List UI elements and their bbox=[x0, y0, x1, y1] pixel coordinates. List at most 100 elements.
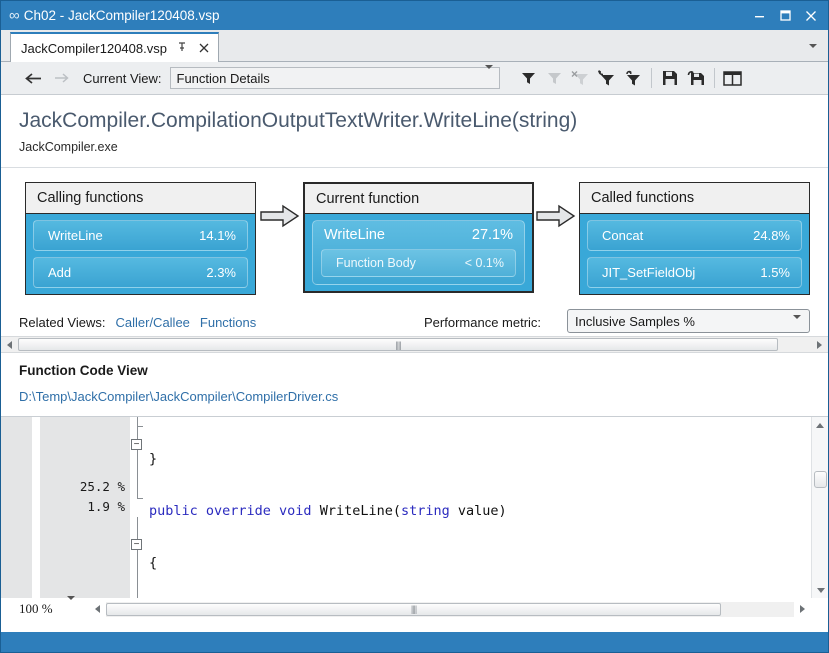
toggle-panel-icon[interactable] bbox=[720, 65, 746, 91]
scroll-right-arrow-icon[interactable] bbox=[811, 337, 828, 352]
scroll-left-arrow-icon[interactable] bbox=[89, 602, 106, 617]
code-gutter-percentages: 25.2 % 1.9 % bbox=[40, 417, 130, 598]
gutter-pct-line bbox=[40, 417, 125, 437]
main-content: JackCompiler.CompilationOutputTextWriter… bbox=[1, 95, 828, 632]
node-label: Concat bbox=[602, 228, 753, 243]
code-gutter-indicator bbox=[1, 417, 32, 598]
zoom-dropdown-chevron-down-icon[interactable] bbox=[67, 600, 75, 618]
clear-filter-icon[interactable] bbox=[568, 65, 594, 91]
calling-node-writeline[interactable]: WriteLine 14.1% bbox=[33, 220, 248, 251]
call-graph: Calling functions WriteLine 14.1% Add 2.… bbox=[1, 168, 828, 308]
source-file-path[interactable]: D:\Temp\JackCompiler\JackCompiler\Compil… bbox=[19, 389, 828, 404]
code-fold-margin[interactable]: − − bbox=[130, 417, 146, 598]
gutter-pct-line: 1.9 % bbox=[40, 497, 125, 517]
code-lines[interactable]: } public override void WriteLine(string … bbox=[149, 417, 507, 598]
called-node-concat[interactable]: Concat 24.8% bbox=[587, 220, 802, 251]
redo-filter-icon[interactable] bbox=[620, 65, 646, 91]
related-view-link-functions[interactable]: Functions bbox=[200, 315, 256, 330]
node-label: Function Body bbox=[336, 256, 465, 270]
undo-filter-icon[interactable] bbox=[594, 65, 620, 91]
chevron-down-icon bbox=[485, 69, 493, 87]
code-line: public override void WriteLine(string va… bbox=[149, 501, 507, 521]
current-node-writeline[interactable]: WriteLine 27.1% Function Body < 0.1% bbox=[312, 220, 525, 285]
fold-tick bbox=[137, 498, 143, 499]
forward-button[interactable] bbox=[47, 65, 75, 91]
calling-functions-panel: Calling functions WriteLine 14.1% Add 2.… bbox=[25, 182, 256, 295]
filter-light-icon[interactable] bbox=[542, 65, 568, 91]
tab-strip: JackCompiler120408.vsp bbox=[1, 30, 828, 62]
node-label: WriteLine bbox=[48, 228, 199, 243]
toolbar: Current View: Function Details bbox=[1, 62, 828, 95]
called-functions-panel: Called functions Concat 24.8% JIT_SetFie… bbox=[579, 182, 810, 295]
tab-overflow-chevron-down-icon[interactable] bbox=[806, 39, 820, 53]
fold-line bbox=[137, 517, 138, 539]
current-view-value: Function Details bbox=[177, 71, 270, 86]
maximize-button[interactable] bbox=[772, 3, 798, 29]
node-label: WriteLine bbox=[324, 227, 472, 243]
current-view-dropdown[interactable]: Function Details bbox=[170, 67, 500, 89]
close-button[interactable] bbox=[798, 3, 824, 29]
tab-jackcompiler-vsp[interactable]: JackCompiler120408.vsp bbox=[10, 32, 219, 62]
fold-collapse-box[interactable]: − bbox=[131, 439, 142, 450]
zoom-level: 100 % bbox=[19, 601, 53, 617]
related-views-label: Related Views: bbox=[19, 315, 105, 330]
scroll-thumb[interactable] bbox=[814, 471, 827, 488]
save-icon[interactable] bbox=[657, 65, 683, 91]
performance-metric-dropdown[interactable]: Inclusive Samples % bbox=[567, 309, 810, 333]
code-vertical-scrollbar[interactable] bbox=[811, 417, 828, 598]
minimize-button[interactable] bbox=[746, 3, 772, 29]
filter-icon[interactable] bbox=[516, 65, 542, 91]
fold-line bbox=[137, 450, 138, 499]
gutter-pct-line bbox=[40, 537, 125, 557]
toolbar-separator bbox=[651, 68, 652, 88]
code-editor[interactable]: 25.2 % 1.9 % − − } public override void bbox=[1, 416, 828, 598]
code-horizontal-scrollbar[interactable]: |||| bbox=[89, 601, 811, 617]
title-bar: ∞ Ch02 - JackCompiler120408.vsp bbox=[1, 1, 828, 30]
save-as-icon[interactable] bbox=[683, 65, 709, 91]
page-title: JackCompiler.CompilationOutputTextWriter… bbox=[19, 109, 828, 133]
related-views-bar: Related Views: Caller/Callee Functions P… bbox=[1, 308, 828, 336]
node-percent: 27.1% bbox=[472, 227, 513, 243]
scroll-down-arrow-icon[interactable] bbox=[812, 582, 828, 598]
related-view-link-caller-callee[interactable]: Caller/Callee bbox=[115, 315, 189, 330]
current-function-panel: Current function WriteLine 27.1% Functio… bbox=[303, 182, 534, 293]
scroll-thumb[interactable]: |||| bbox=[18, 338, 778, 351]
gutter-pct-line bbox=[40, 437, 125, 457]
back-button[interactable] bbox=[19, 65, 47, 91]
current-node-row: WriteLine 27.1% bbox=[313, 221, 524, 249]
tab-close-icon[interactable] bbox=[198, 42, 211, 55]
scroll-thumb[interactable]: |||| bbox=[106, 603, 721, 616]
arrow-right-icon-2 bbox=[536, 204, 576, 233]
pin-icon[interactable] bbox=[176, 41, 189, 55]
calling-functions-body: WriteLine 14.1% Add 2.3% bbox=[26, 214, 255, 294]
node-percent: < 0.1% bbox=[465, 256, 504, 270]
function-body-node[interactable]: Function Body < 0.1% bbox=[321, 249, 516, 277]
performance-metric-value: Inclusive Samples % bbox=[575, 314, 695, 329]
scroll-up-arrow-icon[interactable] bbox=[812, 417, 828, 434]
tab-label: JackCompiler120408.vsp bbox=[21, 41, 167, 56]
scroll-left-arrow-icon[interactable] bbox=[1, 337, 18, 352]
grip-icon: |||| bbox=[411, 604, 416, 614]
fold-tick bbox=[137, 426, 143, 427]
module-name: JackCompiler.exe bbox=[19, 140, 828, 154]
performance-metric-label: Performance metric: bbox=[424, 315, 541, 330]
calling-node-add[interactable]: Add 2.3% bbox=[33, 257, 248, 288]
gutter-pct-line: 25.2 % bbox=[40, 477, 125, 497]
node-percent: 14.1% bbox=[199, 228, 236, 243]
fold-collapse-box-2[interactable]: − bbox=[131, 539, 142, 550]
window-controls bbox=[746, 1, 824, 30]
application-window: ∞ Ch02 - JackCompiler120408.vsp JackComp… bbox=[0, 0, 829, 653]
code-line: { bbox=[149, 553, 507, 573]
call-graph-horizontal-scrollbar[interactable]: |||| bbox=[1, 336, 828, 353]
fold-line bbox=[137, 550, 138, 598]
current-view-label: Current View: bbox=[83, 71, 162, 86]
called-node-jit-setfieldobj[interactable]: JIT_SetFieldObj 1.5% bbox=[587, 257, 802, 288]
scroll-right-arrow-icon[interactable] bbox=[794, 602, 811, 617]
node-label: JIT_SetFieldObj bbox=[602, 265, 760, 280]
window-title: Ch02 - JackCompiler120408.vsp bbox=[24, 8, 220, 23]
scroll-track[interactable]: |||| bbox=[18, 337, 811, 352]
node-percent: 2.3% bbox=[206, 265, 236, 280]
chevron-down-icon bbox=[793, 319, 801, 337]
function-code-view-title: Function Code View bbox=[19, 363, 828, 378]
scroll-track[interactable]: |||| bbox=[106, 602, 794, 617]
